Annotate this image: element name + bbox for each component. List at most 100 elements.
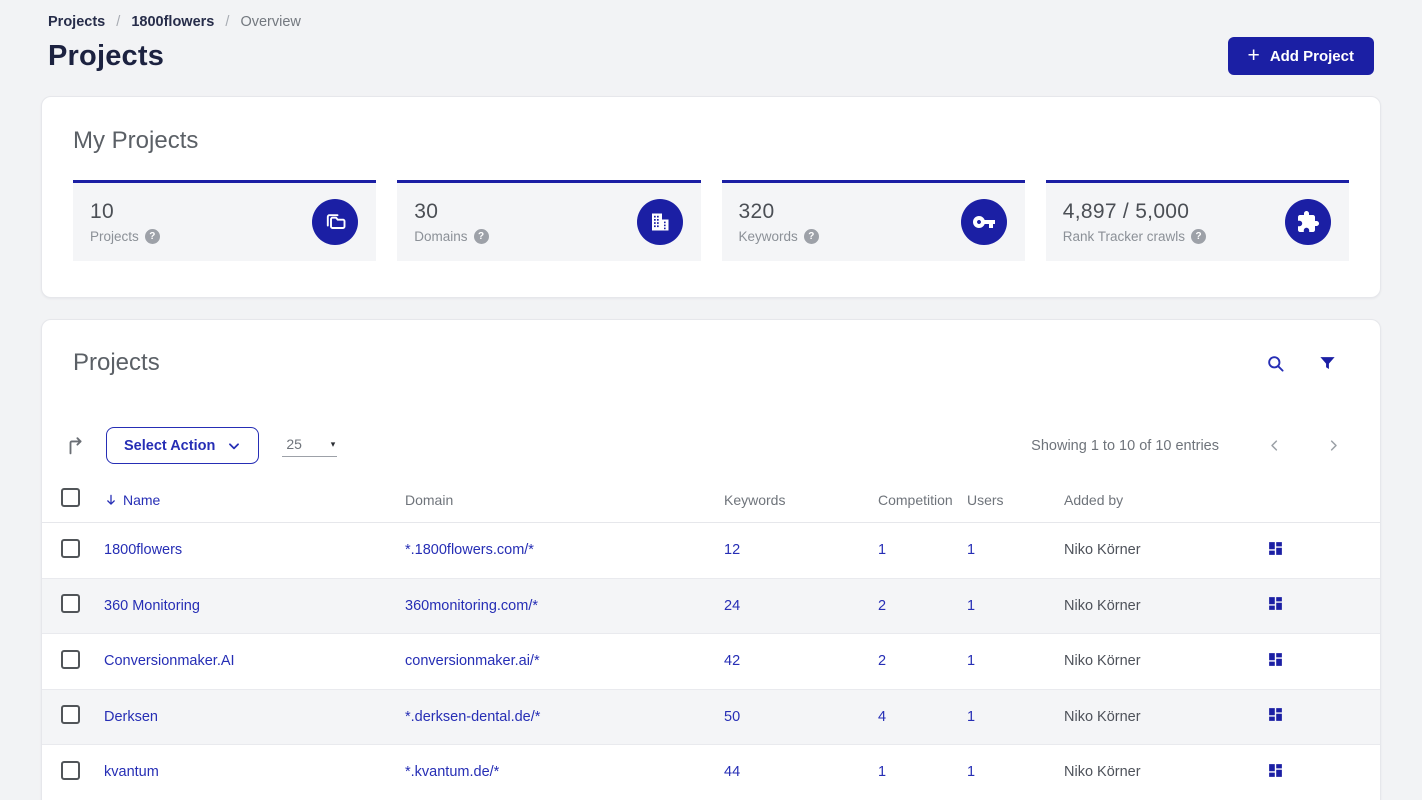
- help-icon[interactable]: ?: [803, 229, 819, 244]
- my-projects-card: My Projects 10 Projects ? 30 Domains ? 3…: [41, 96, 1381, 298]
- keywords-value[interactable]: 44: [724, 764, 740, 780]
- breadcrumb-separator: /: [116, 14, 121, 30]
- users-value[interactable]: 1: [967, 598, 975, 614]
- breadcrumb-overview: Overview: [240, 14, 301, 30]
- competition-value[interactable]: 1: [878, 542, 886, 558]
- keywords-value[interactable]: 50: [724, 709, 740, 725]
- project-name-link[interactable]: Conversionmaker.AI: [104, 653, 235, 669]
- project-name-link[interactable]: 360 Monitoring: [104, 598, 200, 614]
- project-domain-link[interactable]: 360monitoring.com/*: [405, 598, 538, 614]
- column-header-added-by[interactable]: Added by: [1064, 492, 1263, 508]
- chevron-down-icon: [229, 442, 240, 449]
- project-name-link[interactable]: 1800flowers: [104, 542, 182, 558]
- page-size-value: 25: [286, 436, 302, 452]
- table-row: 360 Monitoring 360monitoring.com/* 24 2 …: [42, 578, 1380, 634]
- building-icon: [636, 199, 683, 245]
- keywords-value[interactable]: 12: [724, 542, 740, 558]
- table-row: kvantum *.kvantum.de/* 44 1 1 Niko Körne…: [42, 745, 1380, 800]
- users-value[interactable]: 1: [967, 542, 975, 558]
- filter-icon[interactable]: [1318, 354, 1337, 373]
- users-value[interactable]: 1: [967, 709, 975, 725]
- dashboard-icon[interactable]: [1267, 595, 1284, 612]
- table-row: 1800flowers *.1800flowers.com/* 12 1 1 N…: [42, 523, 1380, 579]
- stat-tile-rank-tracker: 4,897 / 5,000 Rank Tracker crawls ?: [1045, 180, 1349, 261]
- project-domain-link[interactable]: *.1800flowers.com/*: [405, 542, 534, 558]
- select-all-checkbox[interactable]: [61, 487, 80, 507]
- select-action-label: Select Action: [124, 437, 216, 454]
- users-value[interactable]: 1: [967, 764, 975, 780]
- pagination-status: Showing 1 to 10 of 10 entries: [1031, 437, 1219, 454]
- stat-tile-domains: 30 Domains ?: [397, 180, 701, 261]
- plus-icon: +: [1247, 43, 1260, 67]
- table-body: 1800flowers *.1800flowers.com/* 12 1 1 N…: [42, 523, 1380, 800]
- row-checkbox[interactable]: [61, 705, 80, 725]
- stat-label-rank-tracker: Rank Tracker crawls: [1062, 229, 1186, 244]
- folders-icon: [312, 199, 359, 245]
- dashboard-icon[interactable]: [1267, 540, 1284, 557]
- key-icon: [960, 199, 1007, 245]
- stat-label-keywords: Keywords: [738, 229, 798, 244]
- breadcrumb: Projects / 1800flowers / Overview: [48, 14, 1374, 30]
- help-icon[interactable]: ?: [1191, 229, 1207, 244]
- table-row: Conversionmaker.AI conversionmaker.ai/* …: [42, 634, 1380, 690]
- stat-value-rank-tracker: 4,897 / 5,000: [1062, 200, 1190, 223]
- page: Projects / 1800flowers / Overview Projec…: [0, 0, 1422, 800]
- project-name-link[interactable]: kvantum: [104, 764, 159, 780]
- added-by-value: Niko Körner: [1064, 708, 1141, 725]
- keywords-value[interactable]: 24: [724, 598, 740, 614]
- competition-value[interactable]: 2: [878, 653, 886, 669]
- help-icon[interactable]: ?: [473, 229, 489, 244]
- row-checkbox[interactable]: [61, 649, 80, 669]
- table-toolbar: Select Action 25 ▾ Showing 1 to 10 of 10…: [42, 427, 1380, 464]
- competition-value[interactable]: 4: [878, 709, 886, 725]
- stat-value-domains: 30: [414, 200, 439, 223]
- stats-row: 10 Projects ? 30 Domains ? 320 Keywords …: [73, 180, 1349, 261]
- my-projects-title: My Projects: [73, 127, 199, 154]
- dashboard-icon[interactable]: [1267, 706, 1284, 723]
- row-checkbox[interactable]: [61, 594, 80, 614]
- sort-desc-icon: [107, 494, 115, 505]
- row-checkbox[interactable]: [61, 538, 80, 558]
- stat-label-domains: Domains: [414, 229, 468, 244]
- dashboard-icon[interactable]: [1267, 651, 1284, 668]
- prev-page-icon[interactable]: [1263, 434, 1286, 457]
- page-title: Projects: [48, 39, 165, 72]
- next-page-icon[interactable]: [1322, 434, 1345, 457]
- export-icon[interactable]: [65, 435, 87, 457]
- competition-value[interactable]: 2: [878, 598, 886, 614]
- breadcrumb-projects[interactable]: Projects: [48, 14, 105, 30]
- add-project-button[interactable]: + Add Project: [1227, 37, 1374, 75]
- breadcrumb-1800flowers[interactable]: 1800flowers: [131, 14, 214, 30]
- help-icon[interactable]: ?: [144, 229, 160, 244]
- table-header: Name Domain Keywords Competition Users A…: [42, 477, 1380, 523]
- added-by-value: Niko Körner: [1064, 764, 1141, 781]
- stat-tile-projects: 10 Projects ?: [73, 180, 377, 261]
- column-header-domain[interactable]: Domain: [405, 492, 724, 508]
- stat-value-projects: 10: [90, 200, 114, 223]
- added-by-value: Niko Körner: [1064, 653, 1141, 670]
- puzzle-icon: [1285, 199, 1331, 245]
- column-header-users[interactable]: Users: [967, 492, 1064, 508]
- stat-tile-keywords: 320 Keywords ?: [721, 180, 1025, 261]
- search-icon[interactable]: [1266, 354, 1285, 373]
- projects-panel-title: Projects: [73, 349, 160, 376]
- column-header-competition[interactable]: Competition: [878, 492, 967, 508]
- dashboard-icon[interactable]: [1267, 762, 1284, 779]
- column-header-keywords[interactable]: Keywords: [724, 492, 878, 508]
- page-size-select[interactable]: 25 ▾: [282, 434, 338, 457]
- keywords-value[interactable]: 42: [724, 653, 740, 669]
- added-by-value: Niko Körner: [1064, 597, 1141, 614]
- select-action-dropdown[interactable]: Select Action: [106, 427, 260, 464]
- added-by-value: Niko Körner: [1064, 542, 1141, 559]
- column-header-name[interactable]: Name: [104, 492, 405, 508]
- stat-label-projects: Projects: [90, 229, 139, 244]
- competition-value[interactable]: 1: [878, 764, 886, 780]
- users-value[interactable]: 1: [967, 653, 975, 669]
- project-domain-link[interactable]: *.kvantum.de/*: [405, 764, 499, 780]
- row-checkbox[interactable]: [61, 760, 80, 780]
- breadcrumb-separator: /: [225, 14, 230, 30]
- project-domain-link[interactable]: conversionmaker.ai/*: [405, 653, 540, 669]
- project-domain-link[interactable]: *.derksen-dental.de/*: [405, 709, 540, 725]
- project-name-link[interactable]: Derksen: [104, 709, 158, 725]
- stat-value-keywords: 320: [738, 200, 775, 223]
